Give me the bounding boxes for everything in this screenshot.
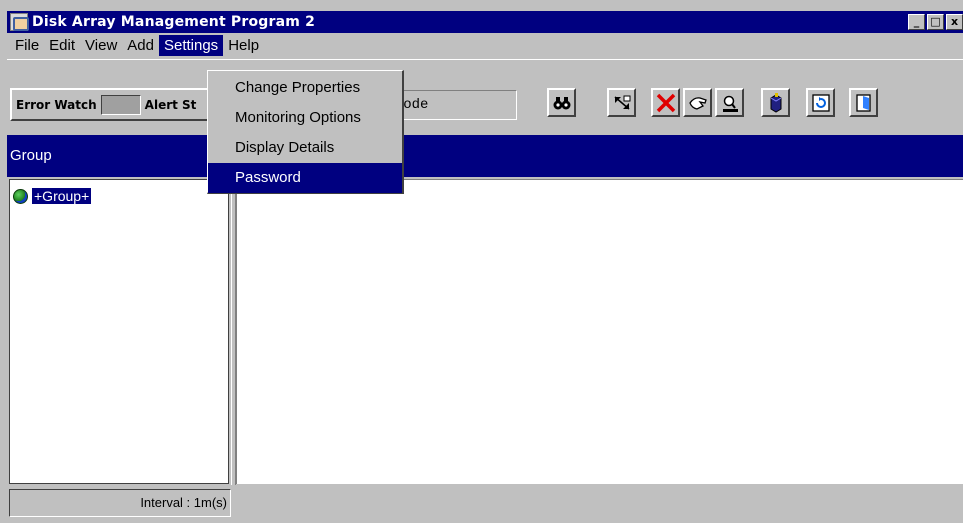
watch-slider[interactable] (100, 94, 141, 115)
menu-file[interactable]: File (10, 35, 44, 56)
status-interval: Interval : 1m(s) (9, 489, 231, 517)
window-controls: _ □ x (908, 14, 963, 30)
delete-button[interactable] (651, 88, 680, 117)
maximize-button[interactable]: □ (927, 14, 944, 30)
main-window: Disk Array Management Program 2 _ □ x Fi… (7, 11, 963, 523)
binoculars-icon (553, 96, 570, 109)
globe-icon (13, 188, 28, 204)
menu-settings[interactable]: Settings (158, 34, 224, 56)
expand-icon (614, 95, 630, 110)
app-icon[interactable] (10, 13, 29, 31)
watch-toggle[interactable]: Error Watch Alert St (10, 88, 220, 121)
delete-x-icon (656, 93, 675, 112)
find-button[interactable] (547, 88, 576, 117)
menu-item-monitoring-options[interactable]: Monitoring Options (208, 103, 402, 133)
detail-panel (236, 179, 963, 484)
menu-help[interactable]: Help (223, 35, 264, 56)
menu-view[interactable]: View (80, 35, 122, 56)
tree-node-label: +Group+ (32, 188, 92, 204)
error-watch-label: Error Watch (16, 97, 97, 112)
exit-door-icon (855, 93, 871, 112)
alert-status-label: Alert St (144, 97, 197, 112)
hand-icon (688, 96, 707, 110)
expand-button[interactable] (607, 88, 636, 117)
refresh-icon (811, 93, 830, 112)
menu-bar: File Edit View Add Settings Help (7, 33, 963, 57)
group-panel-header: Group (7, 135, 231, 177)
menu-item-password[interactable]: Password (208, 163, 402, 193)
tree-node-root-group[interactable]: +Group+ (13, 188, 92, 204)
menu-item-change-properties[interactable]: Change Properties (208, 73, 402, 103)
settings-dropdown-menu: Change Properties Monitoring Options Dis… (207, 70, 404, 194)
title-bar[interactable]: Disk Array Management Program 2 _ □ x (7, 11, 963, 33)
menu-add[interactable]: Add (122, 35, 159, 56)
window-title: Disk Array Management Program 2 (32, 14, 316, 30)
toolbar: Error Watch Alert St l Mode (7, 59, 963, 131)
refresh-button[interactable] (806, 88, 835, 117)
exit-button[interactable] (849, 88, 878, 117)
close-button[interactable]: x (946, 14, 963, 30)
hand-button[interactable] (683, 88, 712, 117)
minimize-button[interactable]: _ (908, 14, 925, 30)
menu-item-display-details[interactable]: Display Details (208, 133, 402, 163)
group-tree[interactable]: +Group+ (9, 179, 229, 484)
inspect-icon (722, 95, 738, 112)
inspect-button[interactable] (715, 88, 744, 117)
menu-edit[interactable]: Edit (44, 35, 80, 56)
box-button[interactable] (761, 88, 790, 117)
box-icon (770, 92, 781, 113)
